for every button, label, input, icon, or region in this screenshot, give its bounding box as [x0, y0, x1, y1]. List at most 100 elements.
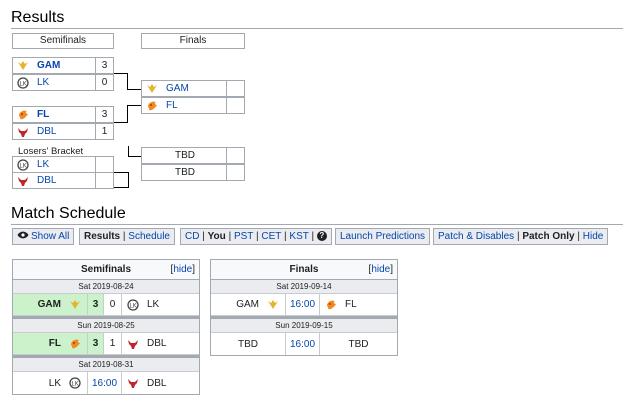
fl-logo-icon [146, 100, 158, 112]
lk-logo-icon [17, 159, 29, 171]
fl-logo-icon [17, 109, 29, 121]
team2-name[interactable]: FL [341, 294, 397, 315]
team-name[interactable]: GAM [37, 60, 60, 71]
tz-kst[interactable]: KST [289, 231, 308, 242]
fl-logo-icon [63, 333, 87, 354]
team-name[interactable]: GAM [166, 83, 189, 94]
match-schedule-heading: Match Schedule [11, 205, 126, 222]
gam-logo-icon [63, 294, 87, 315]
gam-logo-icon [146, 83, 158, 95]
team1-score: 3 [87, 294, 103, 315]
team-name[interactable]: FL [37, 109, 49, 120]
team1-name[interactable]: FL [13, 333, 63, 354]
patch-disables-tab[interactable]: Patch & Disables [438, 231, 514, 242]
separator: | [577, 231, 580, 242]
bracket-semi1-team2[interactable]: LK 0 [12, 74, 114, 91]
team-name[interactable]: DBL [37, 126, 56, 137]
table-title: Semifinals [80, 264, 132, 275]
separator: | [228, 231, 232, 242]
tz-you[interactable]: You [208, 231, 226, 242]
timezone-toggle[interactable]: CD | You | PST | CET | KST | ? [180, 228, 332, 245]
bracket-tbd-team2: TBD [141, 164, 245, 181]
team1-name[interactable]: GAM [13, 294, 63, 315]
bracket-connector [127, 105, 141, 106]
team-score [226, 165, 244, 180]
separator: | [284, 231, 287, 242]
bracket-final-team2[interactable]: FL [141, 97, 245, 114]
results-schedule-toggle[interactable]: Results | Schedule [79, 228, 175, 245]
results-rule [11, 28, 623, 29]
bracket-semi1-team1[interactable]: GAM 3 [12, 57, 114, 74]
results-tab[interactable]: Results [84, 231, 120, 242]
dbl-logo-icon [121, 333, 143, 354]
eye-icon [17, 229, 29, 244]
team-score [95, 173, 113, 188]
bracket-connector [128, 172, 129, 188]
patch-only-tab[interactable]: Patch Only [522, 231, 574, 242]
team-name[interactable]: LK [37, 159, 49, 170]
dbl-logo-icon [121, 372, 143, 394]
match-time[interactable]: 16:00 [285, 333, 319, 355]
schedule-tab[interactable]: Schedule [128, 231, 170, 242]
results-heading: Results [11, 9, 65, 26]
hide-tab[interactable]: Hide [583, 231, 604, 242]
gam-logo-icon [17, 60, 29, 72]
launch-predictions-button[interactable]: Launch Predictions [335, 228, 431, 245]
match-time[interactable]: 16:00 [87, 372, 121, 394]
show-all-label: Show All [31, 231, 70, 243]
bracket-connector [114, 73, 127, 74]
match-row: GAM 3 0 LK [13, 294, 199, 316]
bracket-semi2-team1[interactable]: FL 3 [12, 106, 114, 123]
team2-name: TBD [319, 333, 397, 355]
team-score [226, 148, 244, 163]
gam-logo-icon [261, 294, 285, 315]
team1-score: 3 [87, 333, 103, 354]
semifinals-schedule-table: Semifinals [hide] Sat 2019-08-24 GAM 3 0… [12, 259, 200, 395]
team-name: TBD [175, 150, 195, 161]
team2-name[interactable]: DBL [143, 372, 199, 394]
lk-logo-icon [63, 372, 87, 394]
separator: | [516, 231, 520, 242]
tz-cet[interactable]: CET [261, 231, 281, 242]
team2-name[interactable]: LK [143, 294, 199, 315]
team-score: 1 [95, 124, 113, 139]
bracket-connector [127, 105, 128, 123]
patch-toggle[interactable]: Patch & Disables | Patch Only | Hide [433, 228, 609, 245]
bracket-final-team1[interactable]: GAM [141, 80, 245, 97]
bracket-semi2-team2[interactable]: DBL 1 [12, 123, 114, 140]
show-all-button[interactable]: Show All [12, 228, 75, 245]
dbl-logo-icon [17, 126, 29, 138]
help-icon[interactable]: ? [316, 231, 327, 242]
semifinals-round-header: Semifinals [12, 33, 114, 49]
bracket-connector [128, 146, 129, 156]
team1-name[interactable]: LK [13, 372, 63, 394]
hide-link[interactable]: [hide] [171, 260, 195, 279]
team1-name: TBD [238, 338, 258, 350]
match-date: Sat 2019-08-31 [13, 358, 199, 372]
finals-schedule-table: Finals [hide] Sat 2019-09-14 GAM 16:00 F… [210, 259, 398, 356]
team-name[interactable]: LK [37, 77, 49, 88]
team2-score: 1 [103, 333, 121, 354]
team-name: TBD [175, 167, 195, 178]
lk-logo-icon [121, 294, 143, 315]
bracket-connector [114, 172, 128, 173]
team1-name[interactable]: GAM [211, 294, 261, 315]
bracket-losers-team1[interactable]: LK [12, 156, 114, 173]
match-time[interactable]: 16:00 [285, 294, 319, 315]
table-header: Semifinals [hide] [13, 260, 199, 280]
match-row: FL 3 1 DBL [13, 333, 199, 355]
bracket-losers-team2[interactable]: DBL [12, 172, 114, 189]
team-name[interactable]: FL [166, 100, 178, 111]
tz-cd[interactable]: CD [185, 231, 199, 242]
bracket-connector [128, 156, 141, 157]
launch-predictions-label: Launch Predictions [340, 231, 426, 242]
team-score [226, 81, 244, 96]
match-date: Sun 2019-09-15 [211, 319, 397, 333]
team2-name[interactable]: DBL [143, 333, 199, 354]
match-row: GAM 16:00 FL [211, 294, 397, 316]
separator: | [202, 231, 205, 242]
team-name[interactable]: DBL [37, 175, 56, 186]
tz-pst[interactable]: PST [234, 231, 253, 242]
match-row: TBD 16:00 TBD [211, 333, 397, 355]
hide-link[interactable]: [hide] [369, 260, 393, 279]
